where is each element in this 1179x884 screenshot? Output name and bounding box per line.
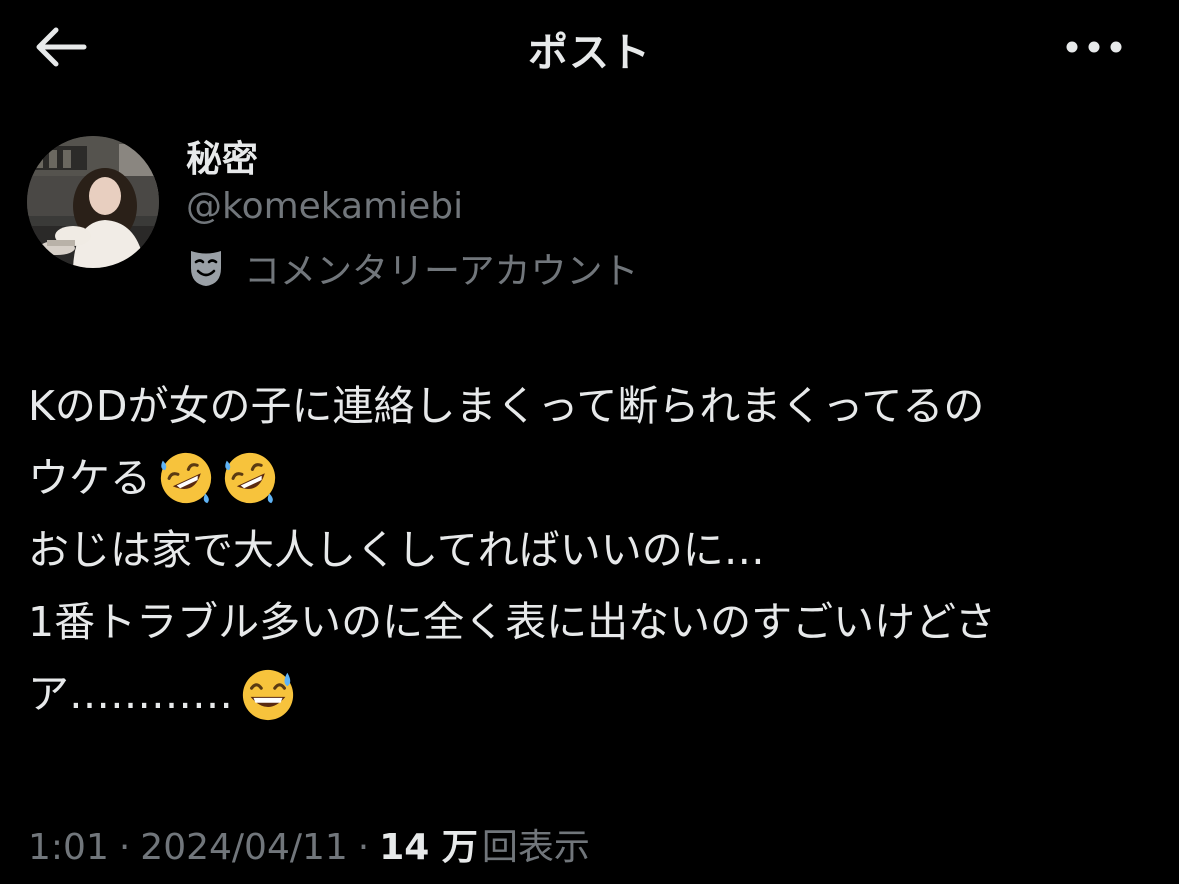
theater-mask-icon bbox=[186, 248, 226, 288]
page-title: ポスト bbox=[528, 30, 651, 76]
more-horizontal-icon bbox=[1066, 41, 1122, 53]
more-options-button[interactable] bbox=[1059, 25, 1129, 69]
post-time[interactable]: 1:01 bbox=[28, 827, 109, 868]
views-count[interactable]: 14 万 bbox=[379, 818, 478, 870]
user-handle[interactable]: @komekamiebi bbox=[186, 186, 463, 227]
post-line: 1番トラブル多いのに全く表に出ないのすごいけどさ bbox=[28, 598, 996, 646]
separator: · bbox=[357, 827, 370, 868]
account-label-text: コメンタリーアカウント bbox=[244, 251, 639, 292]
display-name[interactable]: 秘密 bbox=[186, 130, 258, 182]
profile-photo bbox=[27, 136, 159, 268]
views-label: 回表示 bbox=[481, 827, 590, 868]
avatar[interactable] bbox=[27, 136, 159, 268]
post-line-text: ウケる bbox=[28, 454, 151, 502]
rolling-on-floor-laughing-emoji bbox=[224, 452, 276, 504]
separator: · bbox=[118, 827, 131, 868]
rolling-on-floor-laughing-emoji bbox=[160, 452, 212, 504]
post-line: ウケる bbox=[28, 442, 1158, 514]
post-line: ア………… bbox=[28, 658, 1158, 730]
post-line: おじは家で大人しくしてればいいのに… bbox=[28, 526, 765, 574]
account-label[interactable]: コメンタリーアカウント bbox=[186, 244, 639, 292]
post-line-text: ア………… bbox=[28, 670, 233, 718]
top-bar: ポスト bbox=[0, 0, 1179, 100]
post-text: KのDが女の子に連絡しまくって断られまくってるの ウケる おじは家で大人しくして… bbox=[28, 370, 1158, 730]
post-meta: 1:01 · 2024/04/11 · 14 万 回表示 bbox=[28, 818, 590, 870]
post-date[interactable]: 2024/04/11 bbox=[140, 827, 348, 868]
grinning-sweat-emoji bbox=[242, 669, 294, 721]
post-line: KのDが女の子に連絡しまくって断られまくってるの bbox=[28, 382, 985, 430]
